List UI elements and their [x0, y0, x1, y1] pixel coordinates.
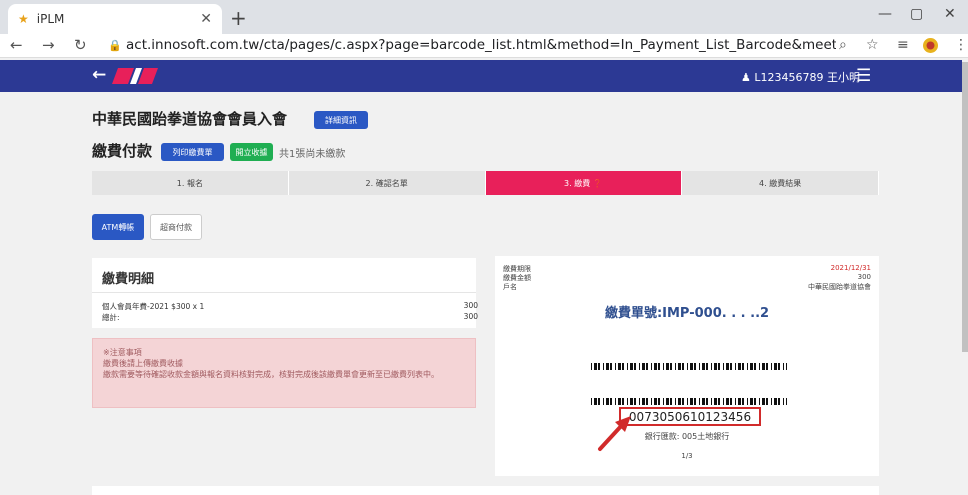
convenience-store-tab[interactable]: 超商付款 — [150, 214, 202, 240]
extension-icon[interactable] — [922, 37, 939, 54]
bookmark-star-icon[interactable]: ☆ — [866, 37, 879, 53]
browser-tab[interactable]: ★ iPLM ✕ — [8, 4, 222, 34]
user-label: L123456789 王小明 — [754, 71, 860, 84]
barcode-1 — [591, 363, 787, 370]
item-amount: 300 — [463, 301, 478, 310]
payment-title: 繳費付款 — [92, 142, 153, 160]
atm-transfer-tab[interactable]: ATM轉帳 — [92, 214, 144, 240]
zoom-icon[interactable]: ⌕ — [839, 37, 847, 53]
detail-info-button[interactable]: 詳細資訊 — [314, 111, 368, 129]
reading-list-icon[interactable]: ≡ — [897, 37, 909, 53]
item-label: 個人會員年費-2021 $300 x 1 — [102, 302, 205, 311]
page-title: 中華民國跆拳道協會會員入會 — [92, 110, 288, 128]
detail-item-row: 個人會員年費-2021 $300 x 1 300 — [102, 301, 478, 312]
arrow-annotation-icon — [598, 416, 631, 451]
payee-value: 中華民國跆拳道協會 — [808, 283, 871, 291]
step-confirm-list[interactable]: 2. 確認名單 — [289, 171, 486, 195]
back-arrow-icon[interactable]: ← — [10, 36, 23, 54]
reload-icon[interactable]: ↻ — [74, 36, 87, 54]
total-label: 總計: — [102, 313, 120, 322]
amount-value: 300 — [857, 273, 871, 281]
payment-detail-title: 繳費明細 — [102, 272, 155, 287]
issue-receipt-button[interactable]: 開立收據 — [230, 143, 273, 161]
user-icon: ♟ — [741, 71, 751, 84]
forward-arrow-icon[interactable]: → — [42, 36, 55, 54]
lock-icon: 🔒 — [108, 39, 122, 52]
notice-line: 繳款需要等待確認收款金額與報名資料核對完成，核對完成後該繳費單會更新至已繳費列表… — [103, 370, 439, 379]
url-field[interactable]: act.innosoft.com.tw/cta/pages/c.aspx?pag… — [126, 37, 836, 53]
progress-steps: 1. 報名 2. 確認名單 3. 繳費 ❓ 4. 繳費結果 — [92, 171, 879, 195]
total-amount: 300 — [463, 312, 478, 321]
user-account[interactable]: ♟ L123456789 王小明 — [741, 69, 860, 85]
barcode-2 — [591, 398, 787, 405]
step-register[interactable]: 1. 報名 — [92, 171, 289, 195]
maximize-icon[interactable]: ▢ — [910, 6, 923, 22]
address-bar: ← → ↻ 🔒 act.innosoft.com.tw/cta/pages/c.… — [0, 34, 968, 58]
next-card — [92, 486, 879, 495]
notice-heading: ※注意事項 — [103, 348, 142, 357]
print-bill-button[interactable]: 列印繳費單 — [161, 143, 224, 161]
page-number: 1/3 — [681, 452, 693, 460]
divider — [92, 292, 476, 293]
close-window-icon[interactable]: ✕ — [944, 6, 956, 22]
payee-label: 戶名 — [503, 283, 517, 291]
browser-tabstrip: ★ iPLM ✕ + — ▢ ✕ — [0, 0, 968, 34]
site-header: ← ♟ L123456789 王小明 ☰ — [0, 60, 962, 92]
step-result[interactable]: 4. 繳費結果 — [682, 171, 879, 195]
back-arrow-icon[interactable]: ← — [92, 65, 106, 85]
minimize-icon[interactable]: — — [878, 6, 892, 22]
bank-line: 銀行匯款: 005土地銀行 — [644, 432, 730, 441]
close-tab-icon[interactable]: ✕ — [200, 11, 212, 27]
notice-box: ※注意事項 繳費後請上傳繳費收據 繳款需要等待確認收款金額與報名資料核對完成，核… — [92, 338, 476, 408]
more-menu-icon[interactable]: ⋮ — [954, 37, 968, 53]
payment-slip-card: 繳費期限 2021/12/31 繳費金額 300 戶名 中華民國跆拳道協會 繳費… — [495, 256, 879, 476]
tab-title: iPLM — [36, 12, 65, 26]
payment-code-box: 0073050610123456 — [619, 407, 761, 426]
detail-total-row: 總計: 300 — [102, 312, 478, 323]
new-tab-icon[interactable]: + — [230, 6, 247, 30]
unpaid-note: 共1張尚未繳款 — [279, 149, 346, 160]
notice-line: 繳費後請上傳繳費收據 — [103, 359, 183, 368]
logo — [112, 68, 158, 84]
slip-number: 繳費單號:IMP-000. . . ..2 — [604, 306, 770, 321]
hamburger-menu-icon[interactable]: ☰ — [856, 66, 871, 86]
payment-detail-card: 繳費明細 個人會員年費-2021 $300 x 1 300 總計: 300 — [92, 258, 478, 328]
step-payment[interactable]: 3. 繳費 ❓ — [485, 171, 683, 195]
star-icon: ★ — [18, 12, 29, 26]
due-date-value: 2021/12/31 — [830, 264, 871, 272]
scrollbar-thumb[interactable] — [962, 62, 968, 352]
